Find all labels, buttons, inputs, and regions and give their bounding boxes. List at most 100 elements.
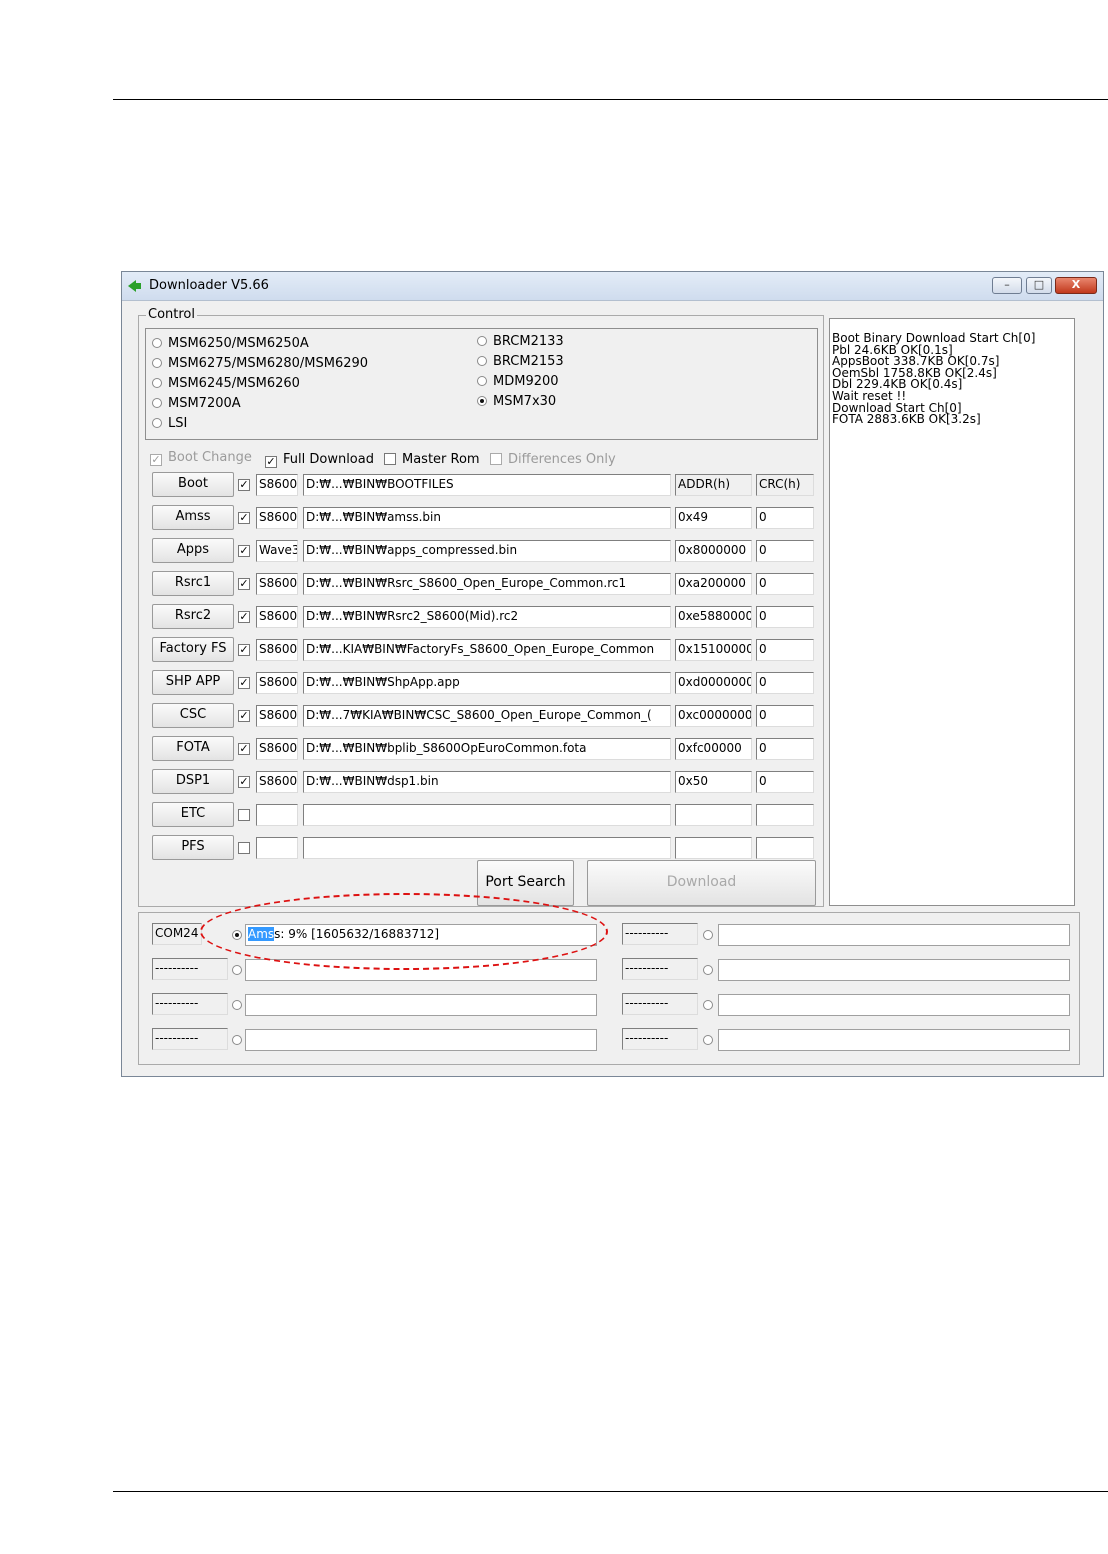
boot-change-option[interactable]: ✓ Boot Change: [150, 450, 252, 466]
radio-button[interactable]: [477, 356, 487, 366]
port-select-radio[interactable]: [232, 930, 242, 940]
binary-path-field[interactable]: D:₩...KIA₩BIN₩FactoryFs_S8600_Open_Europ…: [303, 639, 671, 661]
binary-row-checkbox[interactable]: ✓: [238, 479, 250, 491]
chipset-option[interactable]: MSM6245/MSM6260: [152, 376, 300, 391]
binary-crc-field[interactable]: [756, 804, 814, 826]
boot-change-checkbox[interactable]: ✓: [150, 454, 162, 466]
binary-model-field[interactable]: S8600: [256, 672, 298, 694]
binary-addr-field[interactable]: 0xfc00000: [675, 738, 752, 760]
binary-model-field[interactable]: [256, 804, 298, 826]
binary-crc-field[interactable]: 0: [756, 540, 814, 562]
binary-model-field[interactable]: S8600: [256, 705, 298, 727]
binary-addr-field[interactable]: [675, 804, 752, 826]
binary-row-button[interactable]: Apps: [152, 538, 234, 563]
binary-path-field[interactable]: D:₩...₩BIN₩dsp1.bin: [303, 771, 671, 793]
radio-button[interactable]: [152, 338, 162, 348]
binary-crc-field[interactable]: 0: [756, 639, 814, 661]
binary-crc-field[interactable]: 0: [756, 771, 814, 793]
radio-button[interactable]: [152, 358, 162, 368]
binary-path-field[interactable]: D:₩...₩BIN₩apps_compressed.bin: [303, 540, 671, 562]
binary-addr-field[interactable]: 0xc0000000: [675, 705, 752, 727]
differences-only-option[interactable]: Differences Only: [490, 452, 616, 467]
binary-path-field[interactable]: D:₩...7₩KIA₩BIN₩CSC_S8600_Open_Europe_Co…: [303, 705, 671, 727]
binary-row-button[interactable]: SHP APP: [152, 670, 234, 695]
binary-addr-field[interactable]: 0x49: [675, 507, 752, 529]
master-rom-option[interactable]: Master Rom: [384, 452, 480, 467]
binary-row-button[interactable]: Amss: [152, 505, 234, 530]
binary-crc-field[interactable]: 0: [756, 606, 814, 628]
close-button[interactable]: X: [1055, 277, 1097, 294]
chipset-option[interactable]: BRCM2153: [477, 354, 564, 369]
radio-button[interactable]: [477, 396, 487, 406]
binary-row-button[interactable]: Boot: [152, 472, 234, 497]
binary-addr-field[interactable]: 0x8000000: [675, 540, 752, 562]
download-button[interactable]: Download: [587, 860, 816, 906]
binary-row-button[interactable]: PFS: [152, 835, 234, 860]
radio-button[interactable]: [477, 336, 487, 346]
differences-only-checkbox[interactable]: [490, 453, 502, 465]
chipset-option[interactable]: BRCM2133: [477, 334, 564, 349]
binary-row-button[interactable]: Rsrc1: [152, 571, 234, 596]
binary-row-button[interactable]: Factory FS: [152, 637, 234, 662]
port-select-radio[interactable]: [703, 1035, 713, 1045]
binary-row-checkbox[interactable]: ✓: [238, 578, 250, 590]
port-select-radio[interactable]: [232, 965, 242, 975]
binary-crc-field[interactable]: [756, 837, 814, 859]
binary-addr-field[interactable]: 0xe5880000: [675, 606, 752, 628]
binary-addr-field[interactable]: [675, 837, 752, 859]
binary-path-field[interactable]: [303, 804, 671, 826]
chipset-option[interactable]: MSM6250/MSM6250A: [152, 336, 309, 351]
port-select-radio[interactable]: [232, 1035, 242, 1045]
port-select-radio[interactable]: [232, 1000, 242, 1010]
binary-row-checkbox[interactable]: [238, 809, 250, 821]
port-select-radio[interactable]: [703, 930, 713, 940]
binary-model-field[interactable]: S8600: [256, 474, 298, 496]
minimize-button[interactable]: –: [992, 277, 1022, 294]
binary-row-checkbox[interactable]: ✓: [238, 611, 250, 623]
port-select-radio[interactable]: [703, 965, 713, 975]
binary-path-field[interactable]: [303, 837, 671, 859]
binary-path-field[interactable]: D:₩...₩BIN₩Rsrc_S8600_Open_Europe_Common…: [303, 573, 671, 595]
binary-path-field[interactable]: D:₩...₩BIN₩ShpApp.app: [303, 672, 671, 694]
binary-model-field[interactable]: S8600: [256, 606, 298, 628]
chipset-option[interactable]: MDM9200: [477, 374, 559, 389]
binary-model-field[interactable]: [256, 837, 298, 859]
chipset-option[interactable]: MSM7200A: [152, 396, 241, 411]
master-rom-checkbox[interactable]: [384, 453, 396, 465]
binary-crc-field[interactable]: 0: [756, 705, 814, 727]
radio-button[interactable]: [152, 418, 162, 428]
binary-addr-field[interactable]: 0xa200000: [675, 573, 752, 595]
binary-row-checkbox[interactable]: ✓: [238, 545, 250, 557]
binary-model-field[interactable]: S8600: [256, 507, 298, 529]
binary-crc-field[interactable]: 0: [756, 738, 814, 760]
binary-addr-field[interactable]: 0xd0000000: [675, 672, 752, 694]
port-select-radio[interactable]: [703, 1000, 713, 1010]
binary-path-field[interactable]: D:₩...₩BIN₩Rsrc2_S8600(Mid).rc2: [303, 606, 671, 628]
binary-addr-field[interactable]: 0x50: [675, 771, 752, 793]
binary-row-checkbox[interactable]: ✓: [238, 776, 250, 788]
binary-row-checkbox[interactable]: ✓: [238, 677, 250, 689]
binary-path-field[interactable]: D:₩...₩BIN₩bplib_S8600OpEuroCommon.fota: [303, 738, 671, 760]
binary-row-checkbox[interactable]: ✓: [238, 743, 250, 755]
full-download-checkbox[interactable]: ✓: [265, 456, 277, 468]
binary-row-checkbox[interactable]: [238, 842, 250, 854]
binary-addr-field[interactable]: 0x15100000: [675, 639, 752, 661]
binary-row-button[interactable]: FOTA: [152, 736, 234, 761]
chipset-option[interactable]: LSI: [152, 416, 187, 431]
binary-model-field[interactable]: S8600: [256, 738, 298, 760]
binary-row-button[interactable]: Rsrc2: [152, 604, 234, 629]
title-bar[interactable]: Downloader V5.66 – □ X: [122, 272, 1103, 301]
maximize-button[interactable]: □: [1026, 277, 1052, 294]
binary-path-field[interactable]: D:₩...₩BIN₩BOOTFILES: [303, 474, 671, 496]
binary-row-button[interactable]: ETC: [152, 802, 234, 827]
chipset-option[interactable]: MSM7x30: [477, 394, 556, 409]
binary-row-checkbox[interactable]: ✓: [238, 710, 250, 722]
binary-model-field[interactable]: S8600: [256, 771, 298, 793]
port-search-button[interactable]: Port Search: [477, 860, 574, 906]
binary-model-field[interactable]: Wave3: [256, 540, 298, 562]
binary-row-checkbox[interactable]: ✓: [238, 512, 250, 524]
chipset-option[interactable]: MSM6275/MSM6280/MSM6290: [152, 356, 368, 371]
binary-row-button[interactable]: CSC: [152, 703, 234, 728]
binary-crc-field[interactable]: 0: [756, 672, 814, 694]
binary-model-field[interactable]: S8600: [256, 573, 298, 595]
